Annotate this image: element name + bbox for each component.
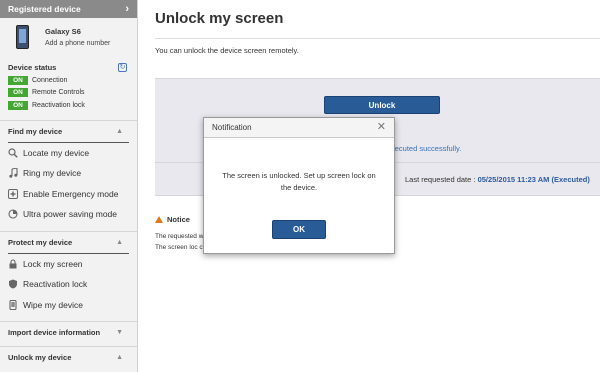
find-menu: Locate my device Ring my device Enable E… [8, 141, 129, 225]
status-label: Reactivation lock [32, 101, 85, 109]
warning-icon [155, 216, 163, 223]
status-badge: ON [8, 88, 28, 98]
notice-title: Notice [167, 215, 190, 224]
close-icon[interactable]: ✕ [377, 122, 386, 133]
status-badge: ON [8, 100, 28, 110]
music-note-icon [9, 168, 18, 178]
menu-item-ultra-power[interactable]: Ultra power saving mode [8, 204, 129, 225]
menu-item-reactivation-lock[interactable]: Reactivation lock [8, 274, 129, 295]
notification-dialog: Notification ✕ The screen is unlocked. S… [203, 117, 395, 254]
collapse-up-icon: ▲ [116, 127, 123, 135]
registered-device-header[interactable]: Registered device › [0, 0, 137, 18]
device-card: Galaxy S6 Add a phone number [0, 18, 137, 56]
shield-icon [9, 279, 17, 289]
page-description: You can unlock the device screen remotel… [155, 46, 299, 55]
menu-item-label: Ring my device [23, 168, 82, 179]
protect-menu: Lock my screen Reactivation lock Wipe my… [8, 252, 129, 316]
last-requested-value: 05/25/2015 11:23 AM (Executed) [477, 175, 590, 184]
section-title: Import device information [8, 328, 101, 337]
execution-status-text: xecuted successfully. [391, 144, 462, 153]
status-label: Connection [32, 76, 68, 84]
menu-item-wipe[interactable]: Wipe my device [8, 295, 129, 316]
section-title: Find my device [8, 126, 63, 136]
menu-item-label: Reactivation lock [23, 279, 88, 290]
notice-heading: Notice [155, 215, 190, 224]
device-status-header: Device status ↻ [0, 60, 137, 74]
status-row-connection: ON Connection [0, 74, 137, 87]
last-requested-label: Last requested date : [405, 175, 476, 184]
section-title: Protect my device [8, 237, 73, 247]
section-protect-my-device[interactable]: Protect my device ▲ [0, 230, 137, 253]
page-title: Unlock my screen [155, 10, 284, 27]
status-label: Remote Controls [32, 89, 85, 97]
phone-wipe-icon [9, 299, 17, 310]
menu-item-ring[interactable]: Ring my device [8, 163, 129, 184]
menu-item-label: Wipe my device [23, 299, 83, 310]
last-requested: Last requested date : 05/25/2015 11:23 A… [405, 175, 590, 184]
section-title: Unlock my device [8, 353, 72, 362]
dialog-header: Notification ✕ [204, 118, 394, 138]
dialog-message: The screen is unlocked. Set up screen lo… [222, 171, 376, 192]
title-divider [155, 38, 600, 39]
refresh-icon[interactable]: ↻ [118, 62, 127, 72]
phone-icon [16, 25, 29, 49]
collapse-up-icon: ▲ [116, 238, 123, 246]
lock-icon [9, 259, 17, 269]
sidebar: Registered device › Galaxy S6 Add a phon… [0, 0, 138, 372]
section-import-device-information[interactable]: Import device information ▼ [0, 321, 137, 343]
add-phone-link[interactable]: Add a phone number [45, 40, 110, 47]
collapse-up-icon: ▲ [116, 354, 123, 361]
ok-button[interactable]: OK [272, 220, 326, 239]
device-status-title: Device status [8, 62, 57, 72]
menu-item-label: Enable Emergency mode [23, 188, 119, 199]
status-badge: ON [8, 75, 28, 85]
dialog-title: Notification [212, 123, 252, 132]
search-icon [8, 148, 18, 158]
menu-item-emergency[interactable]: Enable Emergency mode [8, 184, 129, 205]
status-row-remote-controls: ON Remote Controls [0, 87, 137, 100]
device-name: Galaxy S6 [45, 27, 81, 36]
expand-down-icon: ▼ [116, 329, 123, 336]
power-saving-icon [8, 209, 18, 219]
section-find-my-device[interactable]: Find my device ▲ [0, 119, 137, 142]
emergency-plus-icon [8, 188, 18, 199]
menu-item-label: Ultra power saving mode [23, 209, 118, 220]
status-row-reactivation-lock: ON Reactivation lock [0, 99, 137, 112]
section-unlock-my-device[interactable]: Unlock my device ▲ [0, 346, 137, 368]
menu-item-locate[interactable]: Locate my device [8, 143, 129, 164]
registered-device-label: Registered device [8, 4, 81, 14]
unlock-button[interactable]: Unlock [324, 96, 440, 114]
menu-item-label: Locate my device [23, 147, 90, 158]
menu-item-label: Lock my screen [23, 258, 83, 269]
menu-item-lock-screen[interactable]: Lock my screen [8, 254, 129, 275]
chevron-right-icon: › [125, 2, 129, 15]
